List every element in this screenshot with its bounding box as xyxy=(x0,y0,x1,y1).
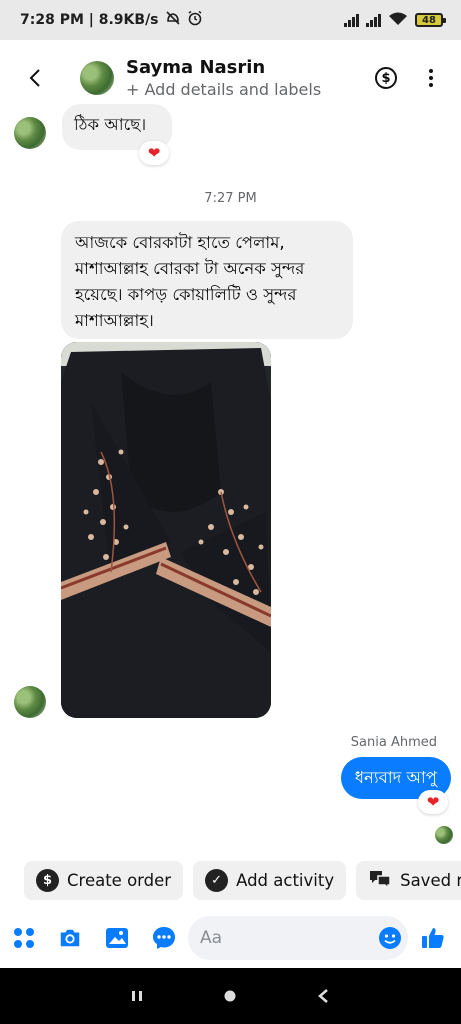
create-order-button[interactable]: $ Create order xyxy=(24,861,184,900)
contact-avatar[interactable] xyxy=(80,61,114,95)
gallery-icon[interactable] xyxy=(105,926,129,950)
emoji-icon[interactable] xyxy=(378,926,402,950)
chat-header: Sayma Nasrin + Add details and labels $ xyxy=(0,40,461,116)
home-button[interactable] xyxy=(215,981,245,1011)
add-activity-button[interactable]: ✓ Add activity xyxy=(193,861,347,900)
add-activity-label: Add activity xyxy=(236,871,335,890)
heart-reaction-icon[interactable]: ❤ xyxy=(139,141,169,165)
photo-attachment[interactable] xyxy=(61,342,271,718)
contact-titles[interactable]: Sayma Nasrin + Add details and labels xyxy=(126,57,321,99)
header-actions: $ xyxy=(375,67,439,89)
camera-icon[interactable] xyxy=(58,926,82,950)
menu-grid-icon[interactable] xyxy=(12,926,36,950)
wifi-icon xyxy=(388,11,408,30)
check-circle-icon: ✓ xyxy=(205,869,229,892)
saved-replies-button[interactable]: Saved r xyxy=(356,861,461,900)
quick-actions: $ Create order ✓ Add activity Saved r xyxy=(24,861,461,900)
message-composer xyxy=(0,912,461,964)
dnd-icon xyxy=(165,10,181,30)
saved-replies-label: Saved r xyxy=(400,871,461,890)
seen-avatar xyxy=(435,826,453,844)
system-nav-bar xyxy=(0,968,461,1024)
more-options-icon[interactable] xyxy=(423,69,439,87)
add-details-link[interactable]: + Add details and labels xyxy=(126,80,321,99)
dollar-icon[interactable]: $ xyxy=(375,67,397,89)
dollar-icon: $ xyxy=(36,869,59,892)
back-button[interactable] xyxy=(18,61,52,95)
recents-button[interactable] xyxy=(122,981,152,1011)
chat-screen: 7:28 PM | 8.9KB/s 48 Sayma Nasrin + Add … xyxy=(0,0,461,1024)
message-text: ঠিক আছে। xyxy=(74,115,147,134)
sender-avatar[interactable] xyxy=(14,686,46,718)
thumbs-up-icon[interactable] xyxy=(421,926,445,950)
message-text: আজকে বোরকাটা হাতে পেলাম, মাশাআল্লাহ বোরক… xyxy=(75,233,305,330)
messenger-chat-icon[interactable] xyxy=(152,926,176,950)
chat-bubbles-icon xyxy=(368,868,392,894)
burqa-photo xyxy=(61,342,271,718)
contact-name: Sayma Nasrin xyxy=(126,57,266,78)
message-timestamp: 7:27 PM xyxy=(204,191,257,206)
heart-reaction-icon[interactable]: ❤ xyxy=(418,790,448,814)
alarm-icon xyxy=(187,10,203,30)
message-input[interactable] xyxy=(188,916,408,960)
status-right: 48 xyxy=(344,11,446,30)
reply-sender-name: Sania Ahmed xyxy=(350,735,437,750)
signal-1-icon xyxy=(344,13,359,27)
status-time: 7:28 PM | 8.9KB/s xyxy=(20,12,159,28)
message-text: ধন্যবাদ আপু xyxy=(354,767,437,787)
create-order-label: Create order xyxy=(67,871,172,890)
battery-icon: 48 xyxy=(415,13,446,27)
message-bubble[interactable]: আজকে বোরকাটা হাতে পেলাম, মাশাআল্লাহ বোরক… xyxy=(61,221,353,339)
chevron-left-icon xyxy=(29,69,40,87)
sender-avatar[interactable] xyxy=(14,117,46,149)
signal-2-icon xyxy=(366,13,381,27)
status-bar: 7:28 PM | 8.9KB/s 48 xyxy=(0,0,461,40)
back-nav-button[interactable] xyxy=(309,981,339,1011)
status-left: 7:28 PM | 8.9KB/s xyxy=(20,10,203,30)
